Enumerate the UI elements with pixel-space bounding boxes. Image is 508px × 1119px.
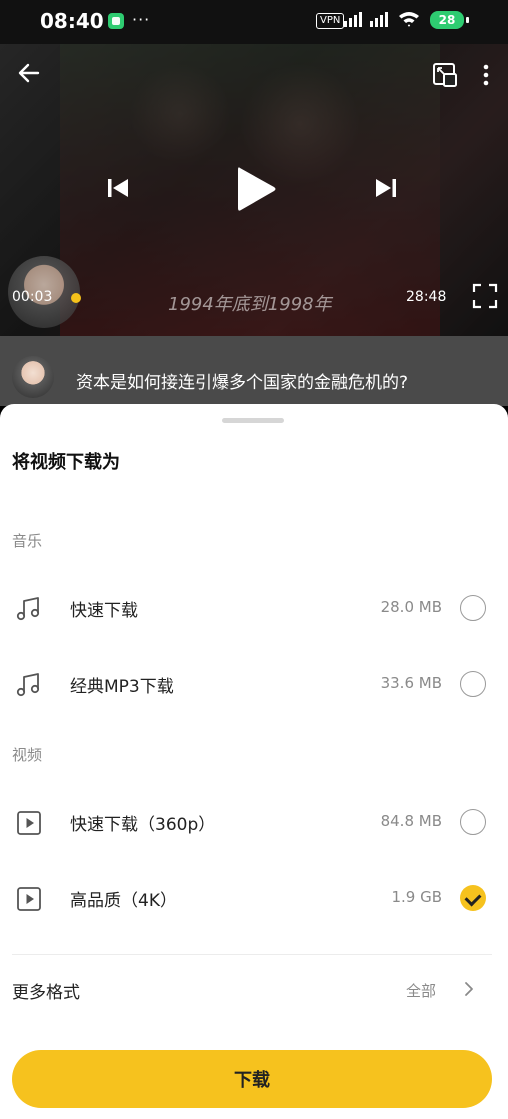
option-fast-360p[interactable]: 快速下载（360p） 84.8 MB xyxy=(0,792,508,852)
download-button-label: 下载 xyxy=(234,1070,270,1091)
radio-button-checked[interactable] xyxy=(460,885,486,911)
total-time: 28:48 xyxy=(406,289,447,305)
option-4k[interactable]: 高品质（4K） 1.9 GB xyxy=(0,868,508,928)
option-label: 快速下载 xyxy=(70,601,138,621)
music-note-icon xyxy=(14,594,44,624)
signal-icon xyxy=(344,12,388,27)
radio-button[interactable] xyxy=(460,809,486,835)
option-label: 高品质（4K） xyxy=(70,891,177,911)
app-notification-icon xyxy=(108,13,124,29)
current-time: 00:03 xyxy=(12,289,53,305)
video-subtitle: 1994年底到1998年 xyxy=(168,294,332,315)
chevron-right-icon xyxy=(462,980,476,998)
channel-avatar[interactable] xyxy=(12,356,54,398)
option-fast-audio[interactable]: 快速下载 28.0 MB xyxy=(0,578,508,638)
sheet-drag-handle[interactable] xyxy=(222,418,284,423)
fullscreen-icon[interactable] xyxy=(472,283,498,309)
video-play-icon xyxy=(14,884,44,914)
battery-icon: 28 xyxy=(430,11,464,29)
more-formats-value: 全部 xyxy=(406,982,437,1000)
more-formats-row[interactable]: 更多格式 全部 xyxy=(0,964,508,1014)
play-icon[interactable] xyxy=(232,164,278,214)
more-notifications-icon: ··· xyxy=(132,10,151,29)
more-formats-label: 更多格式 xyxy=(12,983,80,1003)
more-vertical-icon[interactable] xyxy=(478,62,494,88)
next-icon[interactable] xyxy=(372,174,400,202)
option-label: 快速下载（360p） xyxy=(70,815,216,835)
option-size: 84.8 MB xyxy=(380,812,442,830)
sheet-title: 将视频下载为 xyxy=(12,452,120,473)
vpn-icon: VPN xyxy=(316,13,345,29)
status-bar: 08:40 ··· VPN 28 xyxy=(0,0,508,44)
wifi-icon xyxy=(398,10,420,33)
status-time: 08:40 xyxy=(40,9,104,33)
download-button[interactable]: 下载 xyxy=(12,1050,492,1108)
section-label-music: 音乐 xyxy=(12,532,43,550)
battery-level: 28 xyxy=(438,13,456,27)
previous-icon[interactable] xyxy=(104,174,132,202)
music-note-icon xyxy=(14,670,44,700)
back-arrow-icon[interactable] xyxy=(16,60,42,86)
radio-button[interactable] xyxy=(460,595,486,621)
radio-button[interactable] xyxy=(460,671,486,697)
option-size: 33.6 MB xyxy=(380,674,442,692)
section-label-video: 视频 xyxy=(12,746,43,764)
option-size: 1.9 GB xyxy=(391,888,442,906)
option-size: 28.0 MB xyxy=(380,598,442,616)
video-play-icon xyxy=(14,808,44,838)
video-title: 资本是如何接连引爆多个国家的金融危机的? xyxy=(76,373,409,393)
option-mp3[interactable]: 经典MP3下载 33.6 MB xyxy=(0,654,508,714)
download-sheet: 将视频下载为 音乐 快速下载 28.0 MB 经典MP3下载 33.6 MB 视… xyxy=(0,404,508,1119)
picture-in-picture-icon[interactable] xyxy=(432,62,458,88)
progress-thumb[interactable] xyxy=(71,293,81,303)
battery-tip xyxy=(466,17,469,23)
option-label: 经典MP3下载 xyxy=(70,677,174,697)
divider xyxy=(12,954,492,955)
